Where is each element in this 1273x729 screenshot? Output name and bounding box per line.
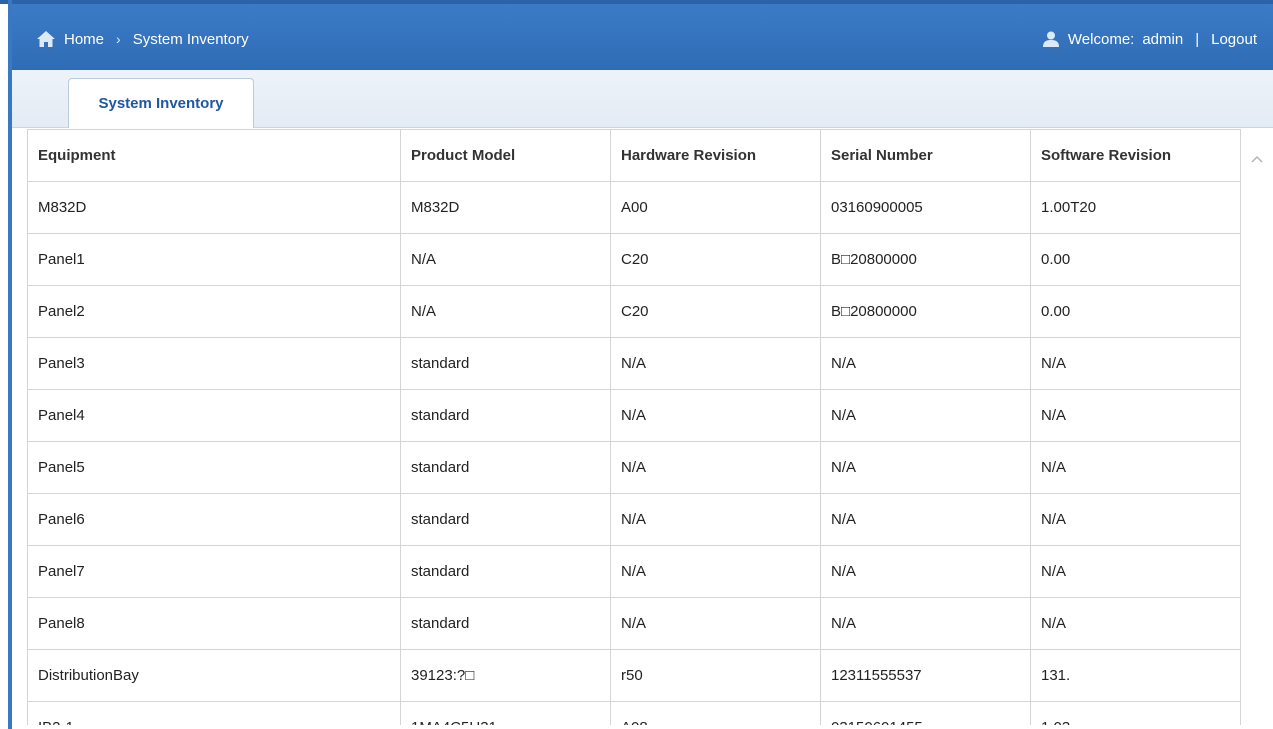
table-cell: B□20800000	[820, 233, 1031, 286]
table-cell: Panel4	[27, 389, 401, 442]
breadcrumb-separator: ›	[116, 31, 121, 47]
column-header-software-revision[interactable]: Software Revision	[1030, 129, 1241, 182]
table-cell: C20	[610, 285, 821, 338]
tab-system-inventory[interactable]: System Inventory	[68, 78, 254, 128]
table-cell: N/A	[820, 493, 1031, 546]
table-cell: DistributionBay	[27, 649, 401, 702]
table-cell: standard	[400, 545, 611, 598]
table-cell: Panel6	[27, 493, 401, 546]
table-header-row: Equipment Product Model Hardware Revisio…	[27, 129, 1241, 182]
tab-bar: System Inventory	[12, 70, 1273, 128]
inventory-table: Equipment Product Model Hardware Revisio…	[27, 129, 1241, 725]
table-row[interactable]: Panel4 standard N/A N/A N/A	[27, 389, 1241, 442]
table-cell: r50	[610, 649, 821, 702]
table-row[interactable]: Panel5 standard N/A N/A N/A	[27, 441, 1241, 494]
table-cell: IB2-1	[27, 701, 401, 725]
table-row[interactable]: DistributionBay 39123:?□ r50 12311555537 131…	[27, 649, 1241, 702]
table-row[interactable]: Panel7 standard N/A N/A N/A	[27, 545, 1241, 598]
table-row[interactable]: IB2-11MA4C5U31A08031506014551.03	[27, 701, 1241, 725]
column-header-serial-number[interactable]: Serial Number	[820, 129, 1031, 182]
table-cell: N/A	[1030, 545, 1241, 598]
table-cell: N/A	[1030, 441, 1241, 494]
table-row[interactable]: Panel6 standard N/A N/A N/A	[27, 493, 1241, 546]
table-cell: N/A	[610, 597, 821, 650]
table-cell: 03160900005	[820, 181, 1031, 234]
home-icon[interactable]	[36, 30, 56, 48]
header-divider: |	[1195, 30, 1200, 48]
table-cell: N/A	[820, 337, 1031, 390]
table-cell: standard	[400, 337, 611, 390]
table-cell: N/A	[610, 337, 821, 390]
table-cell: standard	[400, 493, 611, 546]
table-cell: N/A	[400, 285, 611, 338]
user-box: Welcome: admin | Logout	[1042, 28, 1257, 50]
header-bar: Home › System Inventory Welcome: admin |…	[12, 4, 1273, 70]
table-cell: M832D	[27, 181, 401, 234]
table-cell: Panel7	[27, 545, 401, 598]
table-cell: 1MA4C5U31	[400, 701, 611, 725]
breadcrumb: Home › System Inventory	[36, 28, 249, 50]
chevron-up-icon[interactable]	[1249, 151, 1265, 167]
table-cell: N/A	[400, 233, 611, 286]
table-cell: N/A	[1030, 493, 1241, 546]
breadcrumb-home[interactable]: Home	[64, 31, 104, 48]
table-cell: 1.00T20	[1030, 181, 1241, 234]
table-cell: N/A	[610, 441, 821, 494]
table-cell: 131.	[1030, 649, 1241, 702]
table-cell: N/A	[610, 389, 821, 442]
logout-link[interactable]: Logout	[1211, 31, 1257, 48]
table-cell: N/A	[1030, 389, 1241, 442]
table-cell: A08	[610, 701, 821, 725]
table-cell: Panel5	[27, 441, 401, 494]
table-cell: N/A	[820, 545, 1031, 598]
table-cell: 1.03	[1030, 701, 1241, 725]
column-header-hardware-revision[interactable]: Hardware Revision	[610, 129, 821, 182]
table-row[interactable]: Panel8 standard N/A N/A N/A	[27, 597, 1241, 650]
table-cell: M832D	[400, 181, 611, 234]
table-cell: N/A	[820, 441, 1031, 494]
table-cell: Panel3	[27, 337, 401, 390]
column-header-equipment[interactable]: Equipment	[27, 129, 401, 182]
table-cell: 39123:?□	[400, 649, 611, 702]
table-cell: 0.00	[1030, 285, 1241, 338]
table-cell: B□20800000	[820, 285, 1031, 338]
table-cell: standard	[400, 441, 611, 494]
welcome-label: Welcome:	[1067, 30, 1135, 48]
username: admin	[1142, 30, 1184, 48]
table-body: M832D M832D A00 03160900005 1.00T20 Panel1 N/A…	[27, 181, 1241, 725]
table-cell: Panel8	[27, 597, 401, 650]
table-cell: Panel1	[27, 233, 401, 286]
table-cell: N/A	[610, 545, 821, 598]
table-cell: standard	[400, 389, 611, 442]
column-header-product-model[interactable]: Product Model	[400, 129, 611, 182]
table-row[interactable]: M832D M832D A00 03160900005 1.00T20	[27, 181, 1241, 234]
table-cell: C20	[610, 233, 821, 286]
table-cell: 0.00	[1030, 233, 1241, 286]
table-cell: A00	[610, 181, 821, 234]
table-cell: N/A	[610, 493, 821, 546]
app-frame: Home › System Inventory Welcome: admin |…	[0, 0, 1273, 729]
vertical-scrollbar[interactable]	[1241, 129, 1273, 725]
table-cell: N/A	[1030, 597, 1241, 650]
table-row[interactable]: Panel1 N/A C20 B□20800000 0.00	[27, 233, 1241, 286]
inventory-table-container: Equipment Product Model Hardware Revisio…	[27, 129, 1241, 725]
table-row[interactable]: Panel3 standard N/A N/A N/A	[27, 337, 1241, 390]
table-cell: Panel2	[27, 285, 401, 338]
table-cell: 03150601455	[820, 701, 1031, 725]
user-icon	[1042, 30, 1060, 48]
table-cell: 12311555537	[820, 649, 1031, 702]
table-row[interactable]: Panel2 N/A C20 B□20800000 0.00	[27, 285, 1241, 338]
breadcrumb-current: System Inventory	[132, 30, 249, 48]
table-cell: N/A	[820, 597, 1031, 650]
table-cell: N/A	[820, 389, 1031, 442]
table-cell: N/A	[1030, 337, 1241, 390]
table-cell: standard	[400, 597, 611, 650]
